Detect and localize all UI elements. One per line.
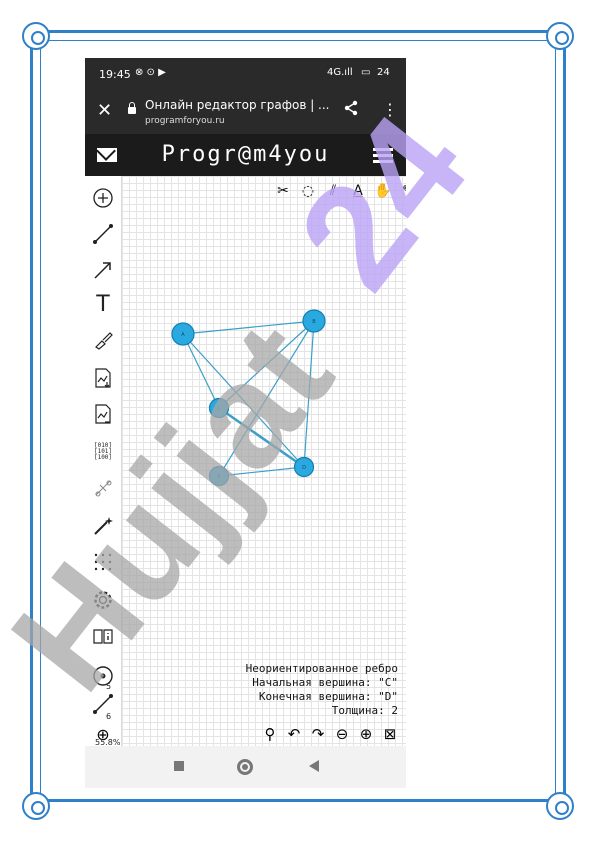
- image-import-icon: [95, 404, 111, 424]
- matrix-icon: [010] [101] [100]: [93, 442, 113, 461]
- share-icon[interactable]: [343, 100, 359, 120]
- text-icon: T: [96, 291, 110, 317]
- edge-c-d[interactable]: [218, 406, 305, 469]
- help-tool[interactable]: [89, 622, 117, 650]
- phone-screen: 19:45 ⊗ ⊙ ▶ 4G.ıll ▭ 24 ✕ Онлайн редакто…: [85, 58, 406, 788]
- search-icon[interactable]: ⚲: [260, 724, 280, 744]
- vertex-label-b: B: [312, 319, 316, 325]
- page-title[interactable]: Онлайн редактор графов | ...: [145, 98, 330, 112]
- battery-level: 24: [377, 67, 390, 78]
- settings-tool[interactable]: [89, 586, 117, 614]
- vertex-label-c: C: [217, 406, 221, 412]
- book-info-icon: [93, 629, 113, 644]
- zoom-out-icon[interactable]: ⊖: [332, 724, 352, 744]
- vertex-count-tool[interactable]: [89, 662, 117, 690]
- edge-b-e[interactable]: [218, 320, 315, 477]
- gear-icon: [94, 591, 112, 609]
- edge-a-d[interactable]: [182, 333, 305, 468]
- add-arc-tool[interactable]: [89, 256, 117, 284]
- vertex-label-e: E: [217, 474, 220, 480]
- magic-wand-icon: [94, 517, 113, 535]
- vertex-label-d: D: [302, 465, 306, 471]
- zoom-in-icon[interactable]: ⊕: [356, 724, 376, 744]
- start-vertex: Начальная вершина: "C": [252, 676, 398, 689]
- edge-type: Неориентированное ребро: [245, 662, 398, 675]
- more-menu-button[interactable]: ⋮: [382, 100, 398, 119]
- selection-info: Неориентированное ребро Начальная вершин…: [246, 662, 398, 718]
- hamburger-menu-icon[interactable]: [373, 148, 393, 166]
- recent-apps-button[interactable]: [174, 761, 184, 771]
- end-vertex: Конечная вершина: "D": [258, 690, 398, 703]
- edge-count-tool[interactable]: [89, 690, 117, 718]
- edge-thickness: Толщина: 2: [331, 704, 398, 717]
- add-edge-tool[interactable]: [89, 220, 117, 248]
- lock-icon: [128, 102, 136, 114]
- paint-tool[interactable]: [89, 326, 117, 354]
- browser-url-bar: ✕ Онлайн редактор графов | ... programfo…: [85, 90, 406, 134]
- corner-ornament-bl: [22, 792, 50, 820]
- delete-edges-tool[interactable]: [89, 474, 117, 502]
- site-header: Progr@m4you: [85, 134, 406, 176]
- grid-tool[interactable]: [89, 548, 117, 576]
- vertex-label-a: A: [181, 332, 185, 338]
- adjacency-matrix-tool[interactable]: [010] [101] [100]: [89, 438, 117, 466]
- status-icons: ⊗ ⊙ ▶: [135, 67, 166, 78]
- edge-a-b[interactable]: [182, 320, 315, 335]
- redo-icon[interactable]: ↷: [308, 724, 328, 744]
- close-tab-button[interactable]: ✕: [97, 100, 112, 121]
- left-toolbar: T [010] [101] [100] 5 6 ⊕ 55.8%: [85, 176, 122, 747]
- line-icon: [93, 224, 113, 244]
- signal-icon: 4G.ıll: [327, 67, 353, 78]
- arrow-icon: [94, 262, 111, 279]
- battery-icon: ▭: [361, 67, 371, 78]
- export-image-tool[interactable]: [89, 364, 117, 392]
- scissors-icon: [95, 480, 112, 497]
- android-nav-bar: [85, 746, 406, 788]
- edge-b-d[interactable]: [303, 320, 315, 468]
- site-logo[interactable]: Progr@m4you: [85, 142, 406, 167]
- status-bar: 19:45 ⊗ ⊙ ▶ 4G.ıll ▭ 24: [85, 58, 406, 90]
- corner-ornament-br: [546, 792, 574, 820]
- text-tool[interactable]: T: [89, 290, 117, 318]
- grid-dots-icon: [94, 553, 112, 571]
- image-export-icon: [95, 368, 111, 388]
- edge-b-c[interactable]: [218, 320, 315, 409]
- graph-drawing: A B C D E: [171, 309, 326, 487]
- edge-a-c[interactable]: [182, 333, 220, 409]
- brush-icon: [95, 332, 113, 350]
- undo-icon[interactable]: ↶: [284, 724, 304, 744]
- home-button[interactable]: [237, 759, 253, 775]
- algorithms-tool[interactable]: [89, 512, 117, 540]
- corner-ornament-tl: [22, 22, 50, 50]
- corner-ornament-tr: [546, 22, 574, 50]
- page-host[interactable]: programforyou.ru: [145, 116, 225, 126]
- back-button[interactable]: [309, 760, 319, 772]
- graph-canvas[interactable]: ✂ ◌ ⫽ A ✋ ✎ 🗑 ABCDE Неориентированное ре…: [122, 176, 406, 746]
- plus-circle-icon: [93, 188, 113, 208]
- edge-d-e[interactable]: [218, 466, 305, 477]
- add-vertex-tool[interactable]: [89, 184, 117, 212]
- canvas-bottom-tools: ⚲ ↶ ↷ ⊖ ⊕ ⊠: [260, 724, 400, 744]
- import-image-tool[interactable]: [89, 400, 117, 428]
- status-time: 19:45: [99, 68, 131, 81]
- fit-grid-icon[interactable]: ⊠: [380, 724, 400, 744]
